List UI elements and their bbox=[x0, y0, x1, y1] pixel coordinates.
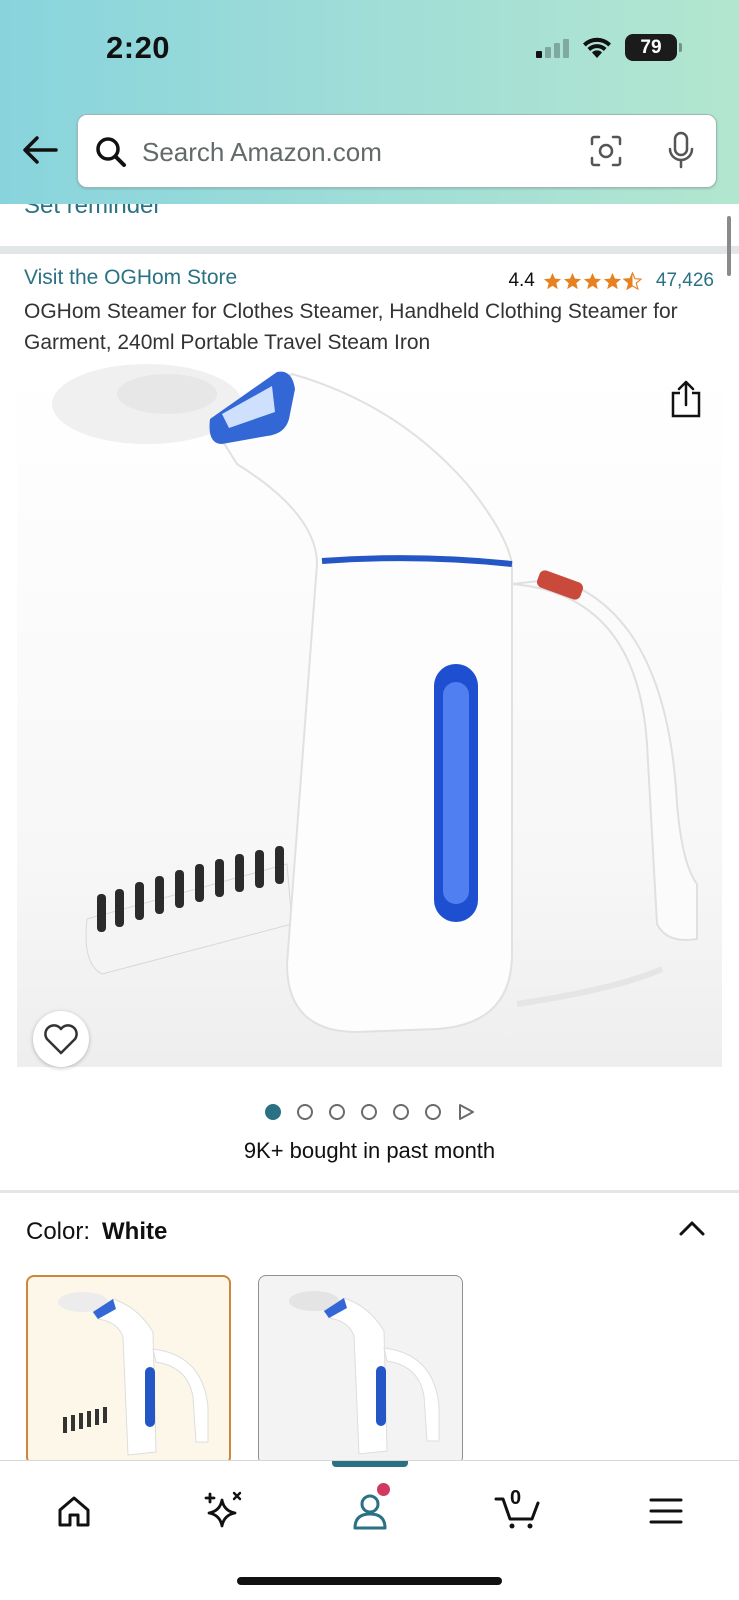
store-link[interactable]: Visit the OGHom Store bbox=[24, 266, 237, 290]
nav-account[interactable] bbox=[340, 1481, 400, 1541]
carousel-dot[interactable] bbox=[424, 1104, 441, 1120]
star-icon bbox=[603, 272, 621, 289]
ai-sparkle-icon bbox=[204, 1491, 242, 1528]
cellular-signal-icon bbox=[536, 38, 569, 58]
section-divider bbox=[0, 246, 739, 254]
carousel-dot[interactable] bbox=[392, 1104, 409, 1120]
search-bar[interactable] bbox=[77, 114, 717, 188]
microphone-icon[interactable] bbox=[666, 131, 696, 171]
nav-menu[interactable] bbox=[636, 1481, 696, 1541]
search-icon bbox=[96, 137, 126, 167]
carousel-dot[interactable] bbox=[360, 1104, 377, 1120]
star-icon bbox=[583, 272, 601, 289]
carousel-dot[interactable] bbox=[296, 1104, 313, 1120]
product-image[interactable] bbox=[17, 364, 722, 1067]
notification-dot bbox=[377, 1483, 390, 1496]
nav-home[interactable] bbox=[44, 1481, 104, 1541]
image-carousel-dots[interactable] bbox=[0, 1103, 739, 1121]
chevron-up-icon bbox=[679, 1221, 705, 1236]
nav-cart[interactable]: 0 bbox=[488, 1481, 548, 1541]
section-divider bbox=[0, 1190, 739, 1193]
back-arrow-icon bbox=[23, 136, 58, 164]
home-icon bbox=[58, 1496, 90, 1527]
rating-count: 47,426 bbox=[655, 270, 714, 291]
nav-active-indicator bbox=[332, 1461, 408, 1467]
color-swatch-option[interactable] bbox=[258, 1275, 463, 1465]
battery-level: 79 bbox=[640, 36, 662, 58]
battery-indicator: 79 bbox=[625, 34, 682, 61]
cart-count: 0 bbox=[510, 1487, 522, 1509]
carousel-dot-active[interactable] bbox=[264, 1104, 281, 1120]
heart-icon bbox=[44, 1024, 78, 1055]
star-icon bbox=[543, 272, 561, 289]
play-video-icon[interactable] bbox=[457, 1103, 475, 1121]
swatch-thumbnail bbox=[289, 1291, 440, 1455]
swatch-thumbnail bbox=[58, 1292, 209, 1456]
back-button[interactable] bbox=[20, 130, 60, 170]
rating-summary[interactable]: 4.4 47,426 bbox=[508, 270, 714, 292]
star-icon bbox=[563, 272, 581, 289]
search-input[interactable] bbox=[142, 129, 562, 175]
top-bar: 2:20 79 bbox=[0, 0, 739, 204]
color-label: Color: White bbox=[26, 1218, 167, 1246]
color-selected-value: White bbox=[102, 1218, 168, 1245]
scrollbar[interactable] bbox=[727, 216, 731, 276]
color-swatch-white-selected[interactable] bbox=[26, 1275, 231, 1465]
collapse-color-button[interactable] bbox=[674, 1210, 710, 1246]
status-time: 2:20 bbox=[106, 30, 171, 65]
bought-in-past-month: 9K+ bought in past month bbox=[243, 1138, 496, 1163]
share-icon bbox=[671, 380, 701, 418]
rating-stars bbox=[543, 271, 642, 291]
account-icon bbox=[353, 1494, 387, 1530]
share-button[interactable] bbox=[663, 376, 709, 422]
steamer-illustration bbox=[52, 364, 698, 1034]
rating-value: 4.4 bbox=[508, 270, 535, 291]
menu-icon bbox=[649, 1498, 683, 1524]
status-icons: 79 bbox=[536, 34, 682, 61]
carousel-dot[interactable] bbox=[328, 1104, 345, 1120]
color-label-text: Color: bbox=[26, 1218, 91, 1245]
nav-ai-assistant[interactable] bbox=[192, 1481, 252, 1541]
wifi-icon bbox=[583, 37, 611, 58]
wishlist-button[interactable] bbox=[33, 1011, 89, 1067]
product-title: OGHom Steamer for Clothes Steamer, Handh… bbox=[24, 300, 678, 354]
half-star-icon bbox=[622, 271, 642, 290]
camera-lens-icon[interactable] bbox=[588, 133, 624, 169]
home-indicator bbox=[237, 1577, 502, 1585]
